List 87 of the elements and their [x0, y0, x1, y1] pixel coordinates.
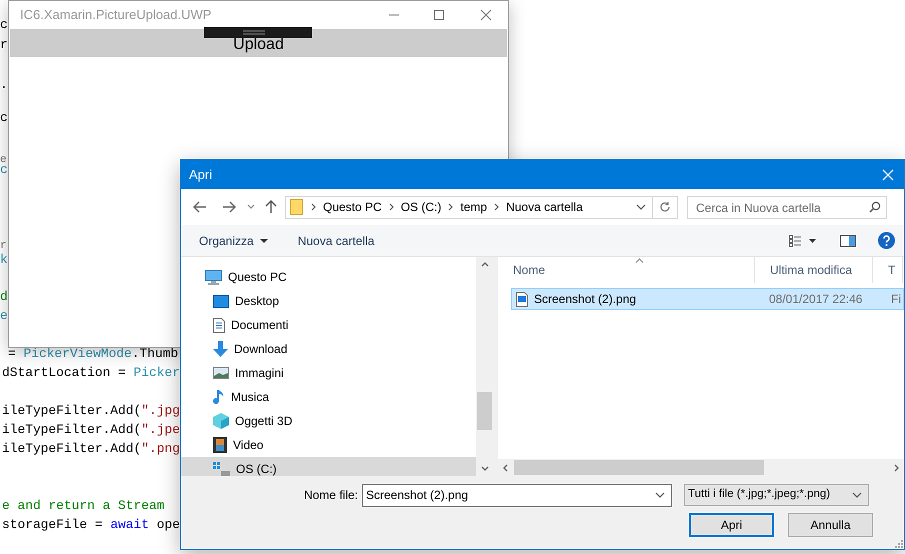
code-fragment: r	[0, 239, 7, 254]
file-date: 08/01/2017 22:46	[769, 291, 864, 308]
image-file-icon	[516, 292, 528, 306]
window-title: IC6.Xamarin.PictureUpload.UWP	[20, 6, 212, 24]
nav-item[interactable]: Video	[181, 433, 476, 457]
dialog-button[interactable]: Annulla	[788, 513, 873, 537]
forward-arrow-icon[interactable]	[222, 201, 236, 213]
resize-grip-icon[interactable]	[895, 540, 903, 548]
breadcrumb-item[interactable]: Nuova cartella	[506, 198, 583, 216]
scroll-left-icon[interactable]	[503, 464, 508, 472]
nav-item[interactable]: Download	[181, 337, 476, 361]
breadcrumb-chevron-icon	[448, 203, 454, 211]
file-row[interactable]: Screenshot (2).png 08/01/2017 22:46 Fi	[511, 288, 904, 310]
nav-item[interactable]: Musica	[181, 385, 476, 409]
file-type: Fi	[891, 291, 901, 308]
scroll-up-icon[interactable]	[480, 262, 488, 267]
preview-pane-icon[interactable]	[840, 234, 856, 246]
code-fragment: e	[0, 307, 8, 325]
nav-item[interactable]: Desktop	[181, 289, 476, 313]
cube-icon	[213, 413, 229, 429]
scrollbar-thumb[interactable]	[477, 392, 492, 430]
upload-button[interactable]: Upload	[10, 29, 507, 57]
music-note-icon	[213, 389, 225, 405]
code-fragment: c	[0, 16, 8, 34]
maximize-icon[interactable]	[433, 9, 445, 21]
scroll-down-icon[interactable]	[480, 466, 488, 471]
download-arrow-icon	[213, 341, 228, 357]
code-line: ileTypeFilter.Add(".jpe	[2, 421, 180, 439]
code-line: = PickerViewMode.Thumb	[8, 345, 178, 363]
breadcrumb-chevron-icon	[311, 203, 316, 211]
nav-item[interactable]: Immagini	[181, 361, 476, 385]
code-line: ileTypeFilter.Add(".jpg	[2, 402, 180, 420]
caret-icon	[260, 238, 268, 242]
search-icon	[869, 200, 881, 212]
debug-toolbar-drawing[interactable]	[204, 27, 312, 38]
code-fragment: c	[0, 109, 8, 127]
search-field[interactable]: Cerca in Nuova cartella	[687, 196, 887, 219]
file-type-dropdown[interactable]: Tutti i file (*.jpg;*.jpeg;*.png)	[684, 484, 869, 506]
back-arrow-icon[interactable]	[193, 201, 207, 213]
code-line: storageFile = await ope	[2, 516, 180, 534]
breadcrumb-item[interactable]: OS (C:)	[400, 198, 442, 216]
file-name-label: Nome file:	[302, 486, 359, 504]
film-icon	[213, 437, 227, 453]
organize-menu-button[interactable]: Organizza	[199, 232, 268, 250]
code-line: ileTypeFilter.Add(".png	[2, 440, 180, 458]
image-icon	[213, 367, 229, 379]
view-options-icon[interactable]	[789, 234, 817, 246]
dialog-button[interactable]: Apri	[689, 513, 774, 537]
nav-item[interactable]: OS (C:)	[181, 457, 476, 476]
nav-item[interactable]: Documenti	[181, 313, 476, 337]
folder-icon	[290, 199, 303, 215]
column-header[interactable]: Ultima modifica	[755, 257, 873, 283]
scroll-right-icon[interactable]	[894, 464, 899, 472]
breadcrumb-chevron-icon	[494, 203, 500, 211]
chevron-down-icon[interactable]	[655, 492, 665, 498]
file-name: Screenshot (2).png	[534, 291, 636, 308]
breadcrumb-item[interactable]: Questo PC	[323, 198, 382, 216]
desktop-icon	[213, 294, 229, 308]
code-fragment: .	[0, 76, 8, 94]
chevron-down-icon	[852, 492, 862, 498]
new-folder-button[interactable]: Nuova cartella	[298, 232, 374, 250]
column-header[interactable]: T	[873, 257, 903, 283]
drive-icon	[213, 462, 230, 476]
breadcrumb-chevron-icon	[388, 203, 394, 211]
code-fragment: r	[0, 36, 8, 54]
code-line: e and return a Stream	[2, 497, 164, 515]
breadcrumb-item[interactable]: temp	[460, 198, 488, 216]
computer-icon	[205, 270, 222, 284]
up-arrow-icon[interactable]	[265, 200, 277, 214]
code-line: dStartLocation = Picker	[2, 364, 180, 382]
document-icon	[213, 318, 225, 332]
file-name-field[interactable]: Screenshot (2).png	[362, 484, 672, 506]
help-icon[interactable]	[878, 232, 895, 249]
code-fragment: k	[0, 251, 8, 269]
nav-item[interactable]: Oggetti 3D	[181, 409, 476, 433]
refresh-button[interactable]	[653, 196, 678, 218]
column-header[interactable]: Nome	[498, 257, 755, 283]
close-icon[interactable]	[480, 9, 492, 21]
dialog-title: Apri	[189, 166, 214, 184]
nav-item[interactable]: Questo PC	[181, 265, 476, 289]
chevron-down-icon[interactable]	[636, 204, 646, 210]
chevron-down-icon[interactable]	[247, 204, 255, 210]
address-bar[interactable]: Questo PC OS (C:) temp Nuova cartella	[285, 196, 653, 218]
code-fragment: d	[0, 288, 8, 306]
horizontal-scrollbar[interactable]	[498, 459, 904, 476]
scrollbar-thumb[interactable]	[514, 460, 764, 475]
refresh-icon	[659, 201, 671, 213]
